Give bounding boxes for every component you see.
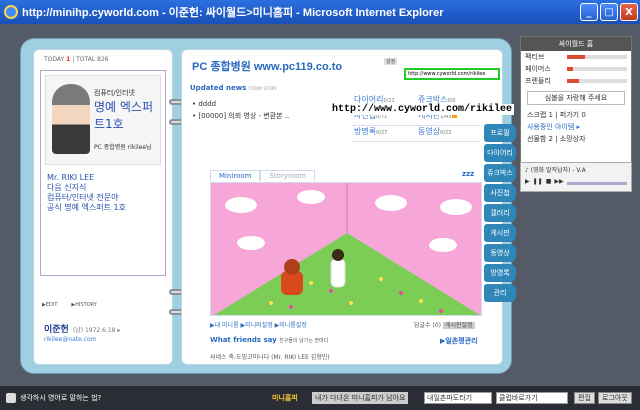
page-stage: TODAY 1 | TOTAL 826 컴퓨터/인터넷 명예 엑스퍼트1호 PC… [0, 24, 640, 386]
profile-photo [52, 84, 90, 154]
nav-jukebox[interactable]: 쥬크박스 [484, 164, 516, 182]
scrap-info: 스크랩 1 | 퍼가기 0 [527, 111, 586, 119]
edit-button[interactable]: 편집 [574, 392, 595, 404]
profile-image: 컴퓨터/인터넷 명예 엑스퍼트1호 PC 종합병원 rikilee님 [45, 75, 161, 165]
friend-review-manage-link[interactable]: ▶일촌평관리 [440, 336, 478, 346]
board-setting-button[interactable]: 게시판설정 [442, 322, 475, 329]
edit-link[interactable]: ▶EDIT [42, 302, 57, 308]
tab-miniroom[interactable]: Miniroom [210, 170, 261, 181]
ie-icon [4, 5, 18, 19]
owner-name: 이준헌 (남) 1972.6.18 ▸ [44, 325, 121, 335]
nav-admin[interactable]: 관리 [484, 284, 516, 302]
nav-diary[interactable]: 다이어리 [484, 144, 516, 162]
now-playing: ♪ (영화 말직남자) - V.A [525, 167, 586, 174]
history-link[interactable]: ▶HISTORY [71, 302, 96, 308]
ad-question[interactable]: 생각하시 영어로 말하는 법? [20, 393, 101, 403]
panel-header[interactable]: 싸이월드 홈 [521, 37, 631, 51]
meter-friendly: 프렌들리 [521, 75, 631, 87]
news-item[interactable]: • dddd [192, 98, 289, 110]
pause-icon[interactable]: ❚❚ [533, 178, 543, 185]
nav-video[interactable]: 동영상 [484, 244, 516, 262]
visit-history-button[interactable]: 내가 다녀온 미니홈피가 남아요 [312, 392, 409, 404]
nav-board[interactable]: 게시판 [484, 224, 516, 242]
profile-text: Mr. RIKI LEE 다음 신지식 컴퓨터/인터넷 전문야 공식 명예 엑스… [47, 173, 126, 212]
close-button[interactable]: X [620, 3, 638, 21]
updated-news-heading: Updated news TODAY STORY [190, 84, 277, 92]
visitor-counter: TODAY 1 | TOTAL 826 [44, 56, 109, 63]
nav-profile[interactable]: 프로필 [484, 124, 516, 142]
miniroom-scene [210, 182, 482, 316]
gift-info[interactable]: 선물함 2 | 소망상자 [521, 133, 631, 145]
minimize-button[interactable]: _ [580, 3, 598, 21]
nav-guestbook[interactable]: 방명록 [484, 264, 516, 282]
question-icon [6, 393, 16, 403]
zzz-button[interactable]: zzz [462, 170, 474, 178]
miniroom-illustration [211, 183, 481, 315]
minihp-label: 미니홈피 [272, 394, 298, 402]
overlay-url-caption: http://www.cyworld.com/rikilee [330, 104, 515, 115]
tab-storyroom[interactable]: Storyroom [260, 170, 316, 181]
meter-famous: 페이머스 [521, 63, 631, 75]
nav-gallery[interactable]: 갤러리 [484, 204, 516, 222]
bottom-bar: 생각하시 영어로 말하는 법? 미니홈피 내가 다녀온 미니홈피가 남아요 내일… [0, 386, 640, 410]
title-bar: http://minihp.cyworld.com - 이준헌: 싸이월드>미니… [0, 0, 640, 24]
reply-count: 답글수 (0) 게시판설정 [414, 322, 475, 329]
window-title: http://minihp.cyworld.com - 이준헌: 싸이월드>미니… [22, 7, 444, 19]
left-page: TODAY 1 | TOTAL 826 컴퓨터/인터넷 명예 엑스퍼트1호 PC… [33, 49, 173, 365]
music-player: ♪ (영화 말직남자) - V.A ▶ ❚❚ ■ ▶▶ [520, 162, 632, 192]
meter-active: 팩티브 [521, 51, 631, 63]
miniroom-links[interactable]: ▶내 미니룸 ▶미니미설정 ▶미니룸설정 [210, 320, 307, 329]
logout-button[interactable]: 로그아웃 [598, 392, 632, 404]
news-item[interactable]: • [00000] 의뢰 영상 - 변환본 .. [192, 110, 289, 122]
club-shortcut-select[interactable]: 클럽바로가기 [496, 392, 568, 404]
stat-video[interactable]: 동영상0/23 [416, 126, 480, 142]
stop-icon[interactable]: ■ [546, 178, 552, 185]
what-friends-say-heading: What friends say 친구들이 남기는 한마디 [210, 336, 329, 344]
stat-guestbook[interactable]: 방명록0/27 [352, 126, 416, 142]
maximize-button[interactable]: □ [600, 3, 618, 21]
page-title: PC 종합병원 www.pc119.co.to [192, 61, 343, 73]
right-page: PC 종합병원 www.pc119.co.to 설정 http://www.cy… [181, 49, 503, 365]
nav-photo[interactable]: 사진첩 [484, 184, 516, 202]
url-box[interactable]: http://www.cyworld.com/rikilee [404, 68, 500, 80]
expert-logo: 컴퓨터/인터넷 명예 엑스퍼트1호 [94, 89, 154, 131]
brand-line: PC 종합병원 rikilee님 [94, 144, 152, 151]
items-link[interactable]: 사용중인 아이템 ▸ [521, 121, 631, 133]
play-icon[interactable]: ▶ [525, 178, 530, 185]
setting-button[interactable]: 설정 [384, 58, 398, 65]
news-list: • dddd • [00000] 의뢰 영상 - 변환본 .. [192, 98, 289, 122]
minihompy-book: TODAY 1 | TOTAL 826 컴퓨터/인터넷 명예 엑스퍼트1호 PC… [20, 38, 512, 374]
side-nav: 프로필 다이어리 쥬크박스 사진첩 갤러리 게시판 동영상 방명록 관리 [484, 124, 516, 302]
content-stats: 다이어리0/21 쥬크박스0/0 사진첩0/71 게시판1/43 방명록0/27… [352, 94, 480, 142]
friend-surf-select[interactable]: 내일촌파도타기 [424, 392, 492, 404]
next-icon[interactable]: ▶▶ [554, 178, 563, 185]
friend-comment: 씨네스 축-도밍고미나다 (Mr. RIKI LEE 김형민) [210, 354, 330, 361]
volume-slider[interactable] [566, 182, 627, 185]
profile-box: 컴퓨터/인터넷 명예 엑스퍼트1호 PC 종합병원 rikilee님 Mr. R… [40, 70, 166, 276]
symbol-button[interactable]: 심볼을 자랑해 주세요 [527, 91, 625, 105]
owner-email[interactable]: rikilee@nate.com [44, 336, 97, 343]
